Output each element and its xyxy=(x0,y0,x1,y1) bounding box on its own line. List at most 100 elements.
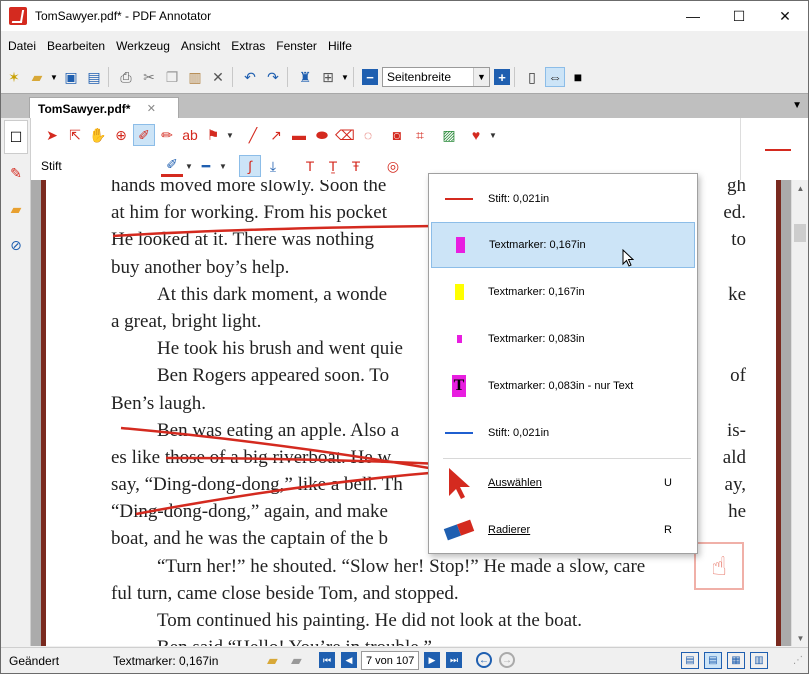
minimize-button[interactable]: — xyxy=(670,1,716,31)
touch-hand-icon[interactable]: ☝ xyxy=(694,542,744,590)
dropdown-arrow-icon[interactable]: ▼ xyxy=(488,124,498,146)
camera-tool-icon[interactable]: ◙ xyxy=(386,124,408,146)
text-squiggly-icon[interactable]: Ṯ xyxy=(322,155,344,177)
favorite-item-select[interactable]: Auswählen U xyxy=(431,460,695,506)
paste-icon[interactable]: ▥ xyxy=(185,67,205,87)
eraser-tool-icon[interactable]: ⌫ xyxy=(334,124,356,146)
undo-icon[interactable]: ↶ xyxy=(240,67,260,87)
vertical-scrollbar[interactable]: ▲ ▼ xyxy=(791,180,808,646)
pen-preview xyxy=(740,118,808,180)
pen-color-icon[interactable]: ✐ xyxy=(161,155,183,177)
fullscreen-icon[interactable]: ■ xyxy=(568,67,588,87)
highlighter-tool-icon[interactable]: ✏ xyxy=(156,124,178,146)
tab-tomsawyer[interactable]: TomSawyer.pdf* ✕ xyxy=(29,97,179,119)
dropdown-arrow-icon[interactable]: ▼ xyxy=(184,155,194,177)
save-icon[interactable]: ▣ xyxy=(61,67,81,87)
last-page-icon[interactable]: ⏭ xyxy=(446,652,462,668)
page-number-field[interactable]: 7 von 107 xyxy=(361,651,419,670)
insert-image-icon[interactable]: ▨ xyxy=(438,124,460,146)
favorite-item[interactable]: Textmarker: 0,167in xyxy=(431,269,695,315)
back-icon[interactable]: ← xyxy=(476,652,492,668)
first-page-icon[interactable]: ⏮ xyxy=(319,652,335,668)
pressure-icon[interactable]: ⤓ xyxy=(262,155,284,177)
pen-panel-icon[interactable]: ✎ xyxy=(4,156,28,190)
print-icon[interactable]: ⎙ xyxy=(116,67,136,87)
stamp-icon[interactable]: ⊞ xyxy=(318,67,338,87)
ellipse-tool-icon[interactable]: ⬬ xyxy=(311,124,333,146)
favorites-tool-icon[interactable]: ◎ xyxy=(382,155,404,177)
bookmarks-panel-icon[interactable]: ▰ xyxy=(4,192,28,226)
menu-ansicht[interactable]: Ansicht xyxy=(177,39,224,53)
text-strikeout-icon[interactable]: Ŧ xyxy=(345,155,367,177)
two-page-continuous-view-icon[interactable]: ▥ xyxy=(750,652,768,669)
new-document-icon[interactable]: ✶ xyxy=(4,67,24,87)
open-folder-icon[interactable]: ▰ xyxy=(27,67,47,87)
menu-datei[interactable]: Datei xyxy=(4,39,40,53)
menu-hilfe[interactable]: Hilfe xyxy=(324,39,356,53)
resize-grip-icon[interactable]: ⋰ xyxy=(793,655,803,666)
favorites-heart-icon[interactable]: ♥ xyxy=(465,124,487,146)
find-binoculars-icon[interactable]: ♜ xyxy=(295,67,315,87)
copy-icon[interactable]: ❐ xyxy=(162,67,182,87)
menu-bearbeiten[interactable]: Bearbeiten xyxy=(43,39,109,53)
attachments-panel-icon[interactable]: ⊘ xyxy=(4,228,28,262)
redo-icon[interactable]: ↷ xyxy=(263,67,283,87)
hand-tool-icon[interactable]: ✋ xyxy=(87,124,109,146)
menu-extras[interactable]: Extras xyxy=(227,39,269,53)
arrow-tool-icon[interactable]: ↗ xyxy=(265,124,287,146)
single-page-view-icon[interactable]: ▤ xyxy=(681,652,699,669)
open-folder-icon[interactable]: ▰ xyxy=(267,652,278,669)
delete-icon[interactable]: ✕ xyxy=(208,67,228,87)
export-icon[interactable]: ▰ xyxy=(291,652,302,669)
dropdown-arrow-icon[interactable]: ▼ xyxy=(50,67,58,87)
chevron-down-icon[interactable]: ▼ xyxy=(473,68,489,86)
fit-width-icon[interactable]: ⇔ xyxy=(545,67,565,87)
magnifier-icon[interactable]: ⊕ xyxy=(110,124,132,146)
favorite-item[interactable]: Stift: 0,021in xyxy=(431,176,695,222)
next-page-icon[interactable]: ▶ xyxy=(424,652,440,668)
zoom-out-icon[interactable]: − xyxy=(362,69,378,85)
continuous-view-icon[interactable]: ▤ xyxy=(704,652,722,669)
zoom-select[interactable]: Seitenbreite ▼ xyxy=(382,67,490,87)
dropdown-arrow-icon[interactable]: ▼ xyxy=(225,124,235,146)
maximize-button[interactable]: ☐ xyxy=(716,1,762,31)
tab-close-icon[interactable]: ✕ xyxy=(147,102,156,115)
two-page-view-icon[interactable]: ▦ xyxy=(727,652,745,669)
favorite-item[interactable]: Textmarker: 0,083in xyxy=(431,316,695,362)
rectangle-tool-icon[interactable]: ▬ xyxy=(288,124,310,146)
line-tool-icon[interactable]: ╱ xyxy=(242,124,264,146)
favorite-item[interactable]: Textmarker: 0,167in xyxy=(431,222,695,268)
cut-icon[interactable]: ✂ xyxy=(139,67,159,87)
select-text-icon[interactable]: ⇱ xyxy=(64,124,86,146)
line-width-icon[interactable]: ━ xyxy=(195,155,217,177)
scrollbar-thumb[interactable] xyxy=(794,224,806,242)
scroll-down-icon[interactable]: ▼ xyxy=(792,630,808,646)
fit-page-icon[interactable]: ▯ xyxy=(522,67,542,87)
previous-page-icon[interactable]: ◀ xyxy=(341,652,357,668)
dropdown-arrow-icon[interactable]: ▼ xyxy=(341,67,349,87)
zoom-in-icon[interactable]: + xyxy=(494,69,510,85)
document-state: Geändert xyxy=(9,653,60,668)
close-button[interactable]: ✕ xyxy=(762,1,808,31)
scroll-up-icon[interactable]: ▲ xyxy=(792,180,808,196)
favorite-item-eraser[interactable]: Radierer R xyxy=(431,507,695,553)
text-tool-icon[interactable]: ab xyxy=(179,124,201,146)
eraser-icon xyxy=(439,515,479,545)
stamp-tool-icon[interactable]: ⚑ xyxy=(202,124,224,146)
tool-options-row: Stift ✐ ▼ ━ ▼ ∫ ⤓ T Ṯ Ŧ ◎ xyxy=(41,153,405,179)
tab-list-dropdown-icon[interactable]: ▼ xyxy=(792,100,802,111)
save-as-icon[interactable]: ▤ xyxy=(84,67,104,87)
dropdown-arrow-icon[interactable]: ▼ xyxy=(218,155,228,177)
crop-tool-icon[interactable]: ⌗ xyxy=(409,124,431,146)
forward-icon[interactable]: → xyxy=(499,652,515,668)
pen-tool-icon[interactable]: ✐ xyxy=(133,124,155,146)
lasso-tool-icon[interactable]: ◌ xyxy=(357,124,379,146)
pages-panel-icon[interactable]: ☐ xyxy=(4,120,28,154)
select-arrow-icon[interactable]: ➤ xyxy=(41,124,63,146)
favorite-item[interactable]: Stift: 0,021in xyxy=(431,410,695,456)
menu-werkzeug[interactable]: Werkzeug xyxy=(112,39,174,53)
favorite-item[interactable]: T Textmarker: 0,083in - nur Text xyxy=(431,363,695,409)
smooth-stroke-icon[interactable]: ∫ xyxy=(239,155,261,177)
text-underline-icon[interactable]: T xyxy=(299,155,321,177)
menu-fenster[interactable]: Fenster xyxy=(272,39,321,53)
